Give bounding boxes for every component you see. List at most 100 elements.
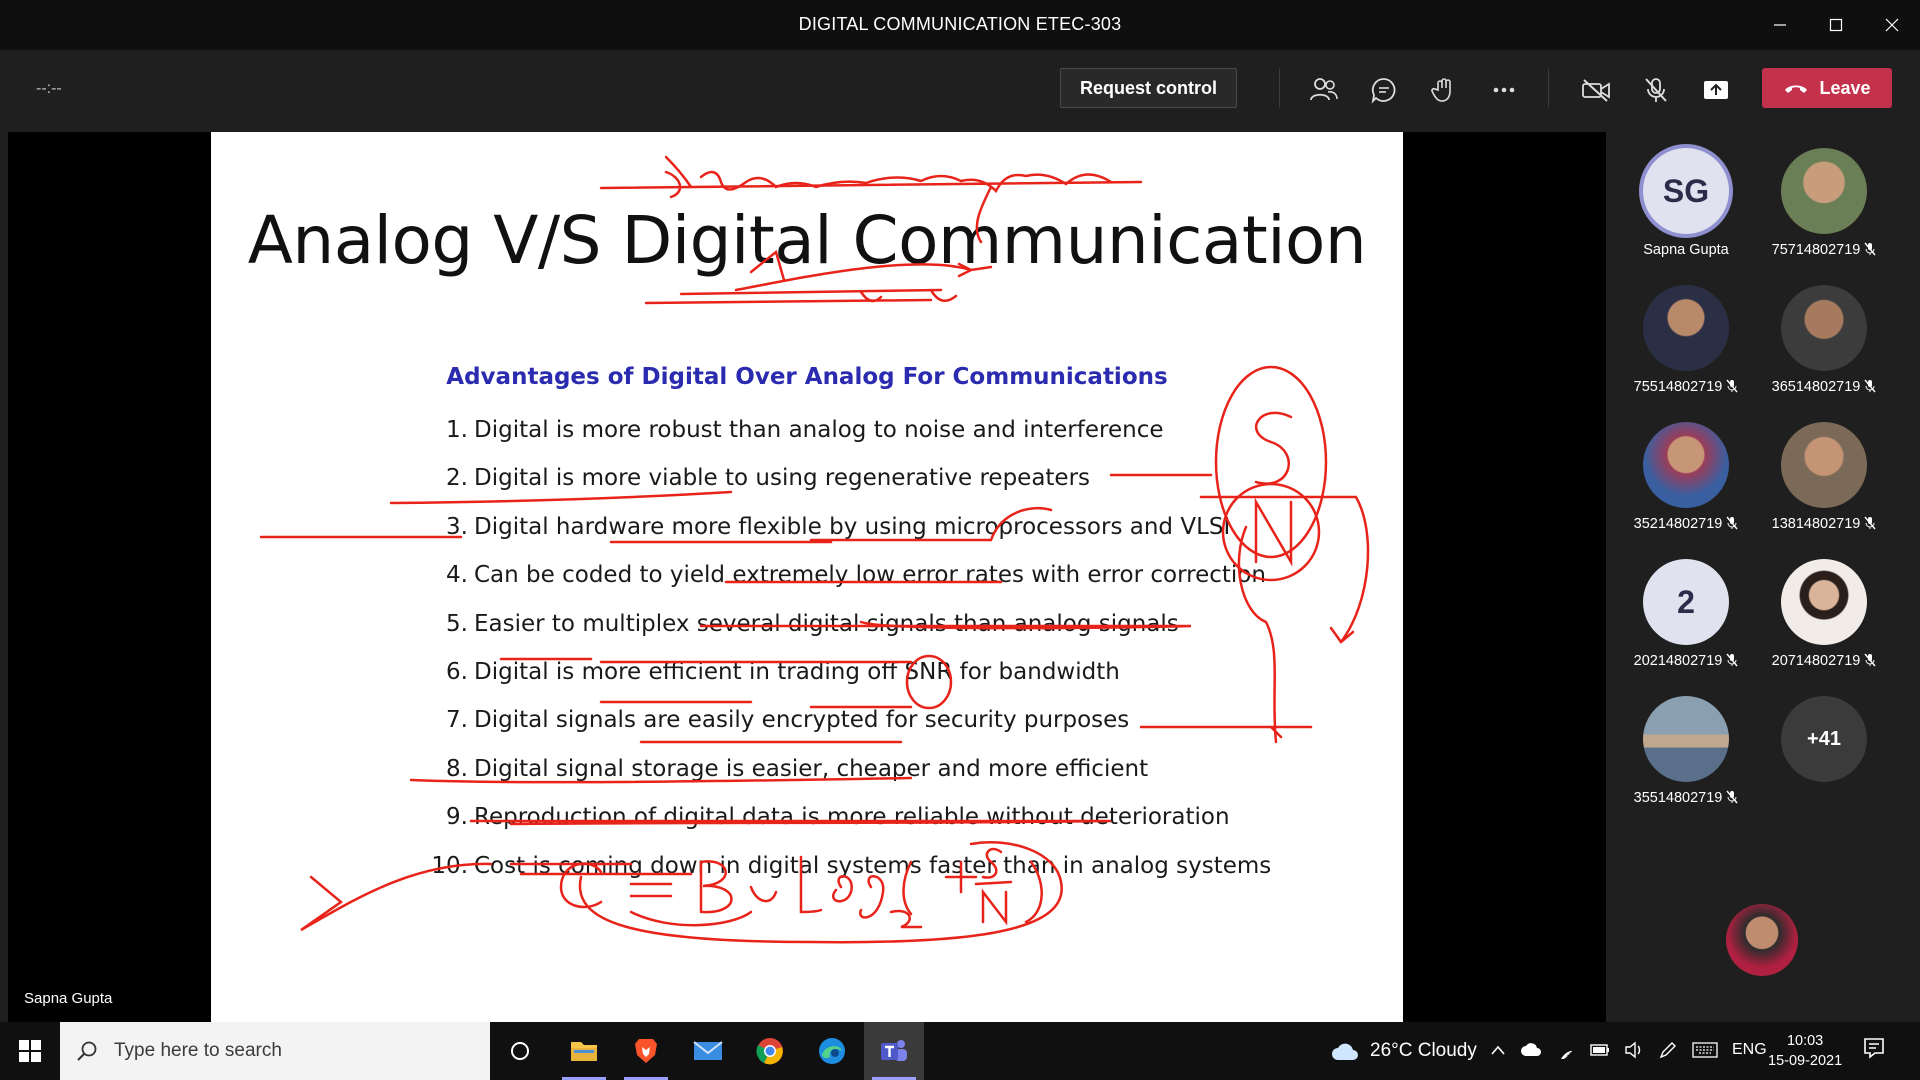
cloud-icon (1332, 1043, 1358, 1060)
minimize-icon (1774, 24, 1786, 26)
system-tray: ENG (1490, 1040, 1767, 1060)
meeting-timer: --:-- (36, 80, 62, 97)
leave-label: Leave (1819, 77, 1871, 98)
toolbar-divider (1279, 68, 1280, 108)
weather-widget[interactable]: 26°C Cloudy (1330, 1040, 1477, 1062)
participant-name: 75514802719 (1616, 379, 1756, 395)
mic-toggle-button[interactable] (1636, 70, 1676, 110)
taskbar-clock[interactable]: 10:03 15-09-2021 (1768, 1031, 1842, 1071)
notification-center-button[interactable] (1862, 1036, 1886, 1065)
pen-icon[interactable] (1658, 1040, 1678, 1060)
brave-lion-icon (635, 1039, 657, 1063)
weather-text: 26°C Cloudy (1370, 1040, 1477, 1061)
minimize-button[interactable] (1752, 0, 1808, 50)
more-actions-button[interactable] (1484, 70, 1524, 110)
start-button[interactable] (0, 1022, 60, 1080)
onedrive-cloud-icon[interactable] (1520, 1043, 1542, 1057)
maximize-button[interactable] (1808, 0, 1864, 50)
participant-name: 35514802719 (1616, 790, 1756, 806)
presenter-label: Sapna Gupta (24, 990, 113, 1007)
edge-icon (819, 1038, 845, 1064)
file-explorer-app[interactable] (554, 1022, 614, 1080)
close-icon (1885, 18, 1899, 32)
search-icon (77, 1041, 97, 1061)
windows-taskbar: Type here to search 26°C Cloudy ENG 10:0… (0, 1022, 1920, 1080)
shared-screen-stage: Analog V/S Digital Communication Advanta… (8, 132, 1606, 1022)
avatar (1781, 422, 1867, 508)
share-icon (1704, 81, 1728, 99)
avatar (1643, 285, 1729, 371)
avatar (1643, 696, 1729, 782)
clock-time: 10:03 (1786, 1033, 1824, 1049)
chrome-app[interactable] (740, 1022, 800, 1080)
pen-annotations (259, 155, 1370, 944)
people-icon (1310, 78, 1338, 101)
avatar (1781, 148, 1867, 234)
request-control-button[interactable]: Request control (1060, 68, 1237, 108)
volume-icon[interactable] (1624, 1041, 1644, 1059)
hang-up-icon (1785, 85, 1808, 93)
participant-tile[interactable]: 20714802719 (1754, 559, 1894, 669)
mic-muted-icon (1864, 379, 1876, 393)
raise-hand-button[interactable] (1424, 70, 1464, 110)
participant-tile[interactable]: 13814802719 (1754, 422, 1894, 532)
taskbar-search-box[interactable]: Type here to search (60, 1022, 490, 1080)
participants-panel: SG Sapna Gupta 75714802719 75514802719 3… (1610, 132, 1920, 1022)
mic-muted-icon (1864, 242, 1876, 256)
task-view-button[interactable] (490, 1022, 550, 1080)
participant-tile[interactable]: SG Sapna Gupta (1616, 148, 1756, 258)
participant-tile[interactable]: 36514802719 (1754, 285, 1894, 395)
mic-off-icon (1645, 78, 1667, 102)
maximize-icon (1829, 18, 1843, 32)
mic-muted-icon (1726, 516, 1738, 530)
mic-muted-icon (1726, 790, 1738, 804)
keyboard-icon[interactable] (1692, 1042, 1718, 1058)
chat-button[interactable] (1364, 70, 1404, 110)
shared-slide: Analog V/S Digital Communication Advanta… (211, 132, 1403, 1022)
task-view-icon (511, 1042, 529, 1060)
more-participants-button[interactable]: +41 (1754, 696, 1894, 782)
participant-tile[interactable]: 75514802719 (1616, 285, 1756, 395)
share-screen-button[interactable] (1696, 70, 1736, 110)
notification-icon (1864, 1038, 1884, 1059)
mic-muted-icon (1726, 653, 1738, 667)
avatar (1643, 422, 1729, 508)
participant-name: 20214802719 (1616, 653, 1756, 669)
meeting-toolbar: --:-- Request control Leave (0, 50, 1920, 132)
edge-app[interactable] (802, 1022, 862, 1080)
participant-tile[interactable]: 75714802719 (1754, 148, 1894, 258)
battery-icon[interactable] (1590, 1043, 1610, 1057)
avatar (1781, 285, 1867, 371)
search-placeholder: Type here to search (114, 1040, 282, 1061)
windows-logo-icon (19, 1040, 41, 1062)
mail-app[interactable] (678, 1022, 738, 1080)
input-language[interactable]: ENG (1732, 1041, 1767, 1059)
window-title: DIGITAL COMMUNICATION ETEC-303 (798, 14, 1122, 34)
participant-name: 36514802719 (1754, 379, 1894, 395)
window-title-bar: DIGITAL COMMUNICATION ETEC-303 (0, 0, 1920, 50)
participant-tile[interactable]: 35514802719 (1616, 696, 1756, 806)
brave-browser-app[interactable] (616, 1022, 676, 1080)
chevron-up-icon[interactable] (1490, 1044, 1506, 1056)
participant-name: Sapna Gupta (1643, 242, 1729, 258)
mail-icon (693, 1041, 723, 1060)
more-icon (1493, 87, 1515, 93)
toolbar-divider (1548, 68, 1549, 108)
camera-off-icon (1582, 79, 1610, 102)
participant-tile[interactable]: 35214802719 (1616, 422, 1756, 532)
clock-date: 15-09-2021 (1768, 1053, 1843, 1069)
camera-toggle-button[interactable] (1576, 70, 1616, 110)
chrome-icon (756, 1038, 783, 1065)
close-button[interactable] (1864, 0, 1920, 50)
participants-button[interactable] (1304, 70, 1344, 110)
self-video-preview[interactable] (1726, 904, 1798, 976)
participant-name: 75714802719 (1754, 242, 1894, 258)
wifi-icon[interactable] (1556, 1041, 1576, 1059)
participant-tile[interactable]: 2 20214802719 (1616, 559, 1756, 669)
participant-name: 13814802719 (1754, 516, 1894, 532)
mic-muted-icon (1864, 516, 1876, 530)
teams-app[interactable] (864, 1022, 924, 1080)
participant-name: 20714802719 (1754, 653, 1894, 669)
mic-muted-icon (1864, 653, 1876, 667)
leave-button[interactable]: Leave (1762, 68, 1892, 108)
